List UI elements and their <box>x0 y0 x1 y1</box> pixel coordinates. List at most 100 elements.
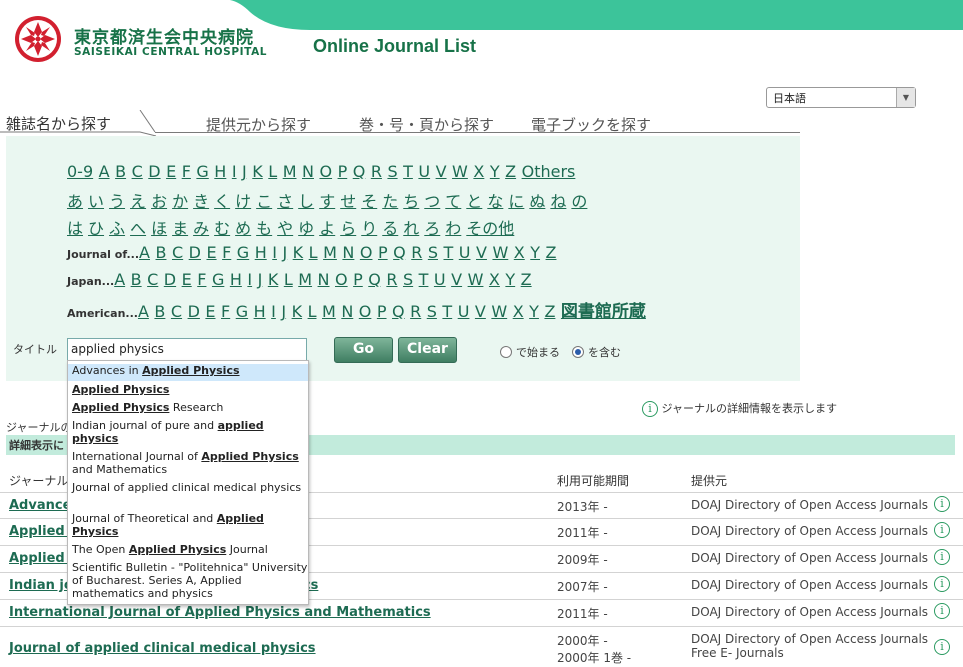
alpha-link[interactable]: T <box>444 243 454 262</box>
alpha-link[interactable]: ぬ <box>529 192 545 211</box>
alpha-link[interactable]: M <box>298 270 312 289</box>
alpha-link[interactable]: 0-9 <box>67 162 93 181</box>
radio-dot-selected[interactable] <box>572 346 584 358</box>
info-icon[interactable]: i <box>934 549 950 565</box>
alpha-link[interactable]: E <box>206 243 216 262</box>
autocomplete-option[interactable]: Advances in Applied Physics <box>68 364 308 381</box>
alpha-link[interactable]: C <box>172 243 183 262</box>
alpha-link[interactable]: て <box>445 192 461 211</box>
alpha-link[interactable]: S <box>427 302 437 321</box>
alpha-link[interactable]: V <box>476 243 487 262</box>
provider-line[interactable]: Free E- Journals <box>691 646 928 660</box>
alpha-link[interactable]: R <box>410 302 421 321</box>
alpha-link[interactable]: や <box>277 219 293 238</box>
alpha-link[interactable]: B <box>154 302 165 321</box>
alpha-link[interactable]: S <box>428 243 438 262</box>
alpha-link[interactable]: P <box>377 302 387 321</box>
radio-contains[interactable]: を含む <box>572 344 621 360</box>
alpha-link[interactable]: る <box>382 219 398 238</box>
alpha-link[interactable]: Y <box>505 270 515 289</box>
alpha-link[interactable]: N <box>318 270 330 289</box>
alpha-link[interactable]: F <box>182 162 191 181</box>
alpha-link[interactable]: Q <box>392 302 405 321</box>
autocomplete-option[interactable]: Applied Physics Research <box>68 401 308 417</box>
alpha-link[interactable]: R <box>411 243 422 262</box>
alpha-link[interactable]: T <box>442 302 452 321</box>
alpha-link[interactable]: J <box>258 270 263 289</box>
alpha-link[interactable]: E <box>166 162 176 181</box>
alpha-link[interactable]: P <box>353 270 363 289</box>
alpha-link[interactable]: M <box>322 302 336 321</box>
alpha-link[interactable]: C <box>132 162 143 181</box>
alpha-link[interactable]: X <box>514 243 525 262</box>
title-search-input[interactable]: applied physics <box>67 338 307 361</box>
alpha-link[interactable]: Q <box>393 243 406 262</box>
provider-line[interactable]: DOAJ Directory of Open Access Journals <box>691 605 928 619</box>
autocomplete-option[interactable]: Applied Physics <box>68 383 308 399</box>
radio-dot[interactable] <box>500 346 512 358</box>
alpha-link[interactable]: G <box>236 302 248 321</box>
alpha-link[interactable]: O <box>359 302 372 321</box>
alpha-link[interactable]: I <box>232 162 237 181</box>
alpha-link[interactable]: Z <box>505 162 516 181</box>
alpha-link[interactable]: U <box>434 270 446 289</box>
alpha-link[interactable]: も <box>256 219 272 238</box>
alpha-link[interactable]: W <box>491 302 507 321</box>
alpha-link[interactable]: Q <box>353 162 366 181</box>
alpha-link[interactable]: G <box>212 270 224 289</box>
alpha-link[interactable]: O <box>319 162 332 181</box>
radio-starts-with[interactable]: で始まる <box>500 344 560 360</box>
alpha-link[interactable]: け <box>235 192 251 211</box>
info-icon[interactable]: i <box>934 639 950 655</box>
alpha-link[interactable]: N <box>302 162 314 181</box>
alpha-link[interactable]: M <box>323 243 337 262</box>
alpha-link[interactable]: G <box>237 243 249 262</box>
alpha-link[interactable]: し <box>298 192 314 211</box>
alpha-link[interactable]: H <box>214 162 226 181</box>
alpha-link[interactable]: I <box>272 243 277 262</box>
tab-title-search[interactable]: 雑誌名から探す <box>6 113 111 134</box>
alpha-link[interactable]: ね <box>550 192 566 211</box>
alpha-link[interactable]: Y <box>530 243 540 262</box>
info-icon[interactable]: i <box>934 522 950 538</box>
alpha-link[interactable]: L <box>268 162 277 181</box>
alpha-link[interactable]: P <box>378 243 388 262</box>
alpha-link[interactable]: D <box>164 270 176 289</box>
alpha-link[interactable]: A <box>139 243 150 262</box>
alpha-link[interactable]: J <box>242 162 247 181</box>
alpha-link[interactable]: K <box>293 243 304 262</box>
alpha-link[interactable]: ち <box>403 192 419 211</box>
provider-line[interactable]: DOAJ Directory of Open Access Journals <box>691 578 928 592</box>
alpha-link[interactable]: L <box>308 302 317 321</box>
alpha-link[interactable]: T <box>419 270 429 289</box>
autocomplete-option[interactable]: Journal of applied clinical medical phys… <box>68 481 308 509</box>
alpha-link[interactable]: H <box>255 243 267 262</box>
alpha-link[interactable]: W <box>468 270 484 289</box>
alpha-link[interactable]: こ <box>256 192 272 211</box>
alpha-link[interactable]: X <box>513 302 524 321</box>
alpha-link[interactable]: そ <box>361 192 377 211</box>
alpha-link[interactable]: Q <box>368 270 381 289</box>
alpha-link[interactable]: れ <box>403 219 419 238</box>
info-icon[interactable]: i <box>934 496 950 512</box>
alpha-link[interactable]: K <box>292 302 303 321</box>
alpha-link[interactable]: に <box>508 192 524 211</box>
alpha-link[interactable]: D <box>188 302 200 321</box>
alpha-link[interactable]: ら <box>340 219 356 238</box>
autocomplete-option[interactable]: The Open Applied Physics Journal <box>68 543 308 559</box>
alpha-link[interactable]: つ <box>424 192 440 211</box>
autocomplete-option[interactable]: Journal of Theoretical and Applied Physi… <box>68 512 308 540</box>
alpha-link[interactable]: ひ <box>88 219 104 238</box>
autocomplete-option[interactable]: Scientific Bulletin - "Politehnica" Univ… <box>68 561 308 601</box>
alpha-link[interactable]: か <box>172 192 188 211</box>
alpha-link[interactable]: T <box>403 162 413 181</box>
alpha-link[interactable]: わ <box>445 219 461 238</box>
alpha-link[interactable]: む <box>214 219 230 238</box>
alpha-link[interactable]: N <box>341 302 353 321</box>
alpha-link[interactable]: N <box>342 243 354 262</box>
alpha-link[interactable]: ろ <box>424 219 440 238</box>
alpha-link[interactable]: E <box>205 302 215 321</box>
alpha-link[interactable]: L <box>284 270 293 289</box>
alpha-link[interactable]: Y <box>490 162 500 181</box>
alpha-link[interactable]: さ <box>277 192 293 211</box>
